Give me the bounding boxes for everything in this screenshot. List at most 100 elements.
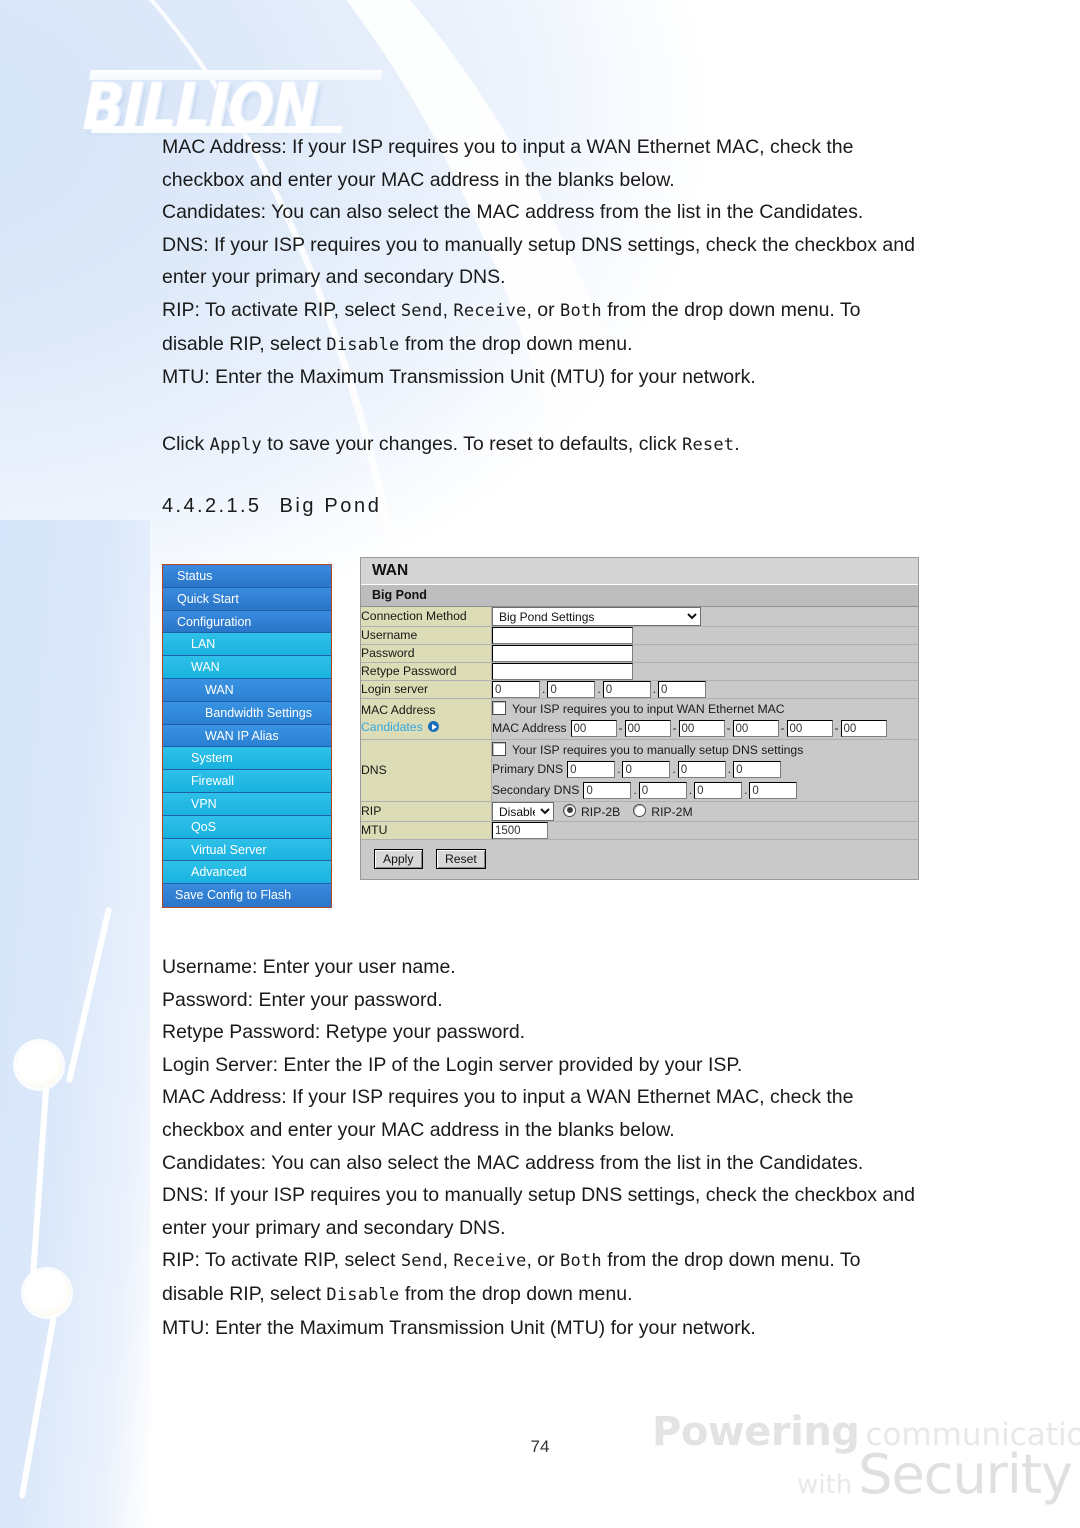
primary-dns-octet-1[interactable]	[567, 761, 616, 778]
mac-octet-4[interactable]	[732, 720, 779, 737]
label-rip: RIP	[361, 801, 492, 822]
sidebar-item-virtual-server[interactable]: Virtual Server	[163, 838, 331, 862]
rip-desc-text-1: RIP: To activate RIP, select	[162, 1249, 401, 1272]
label-mtu: MTU	[361, 821, 492, 840]
login-server-octet-1[interactable]	[492, 681, 540, 698]
row-retype-password: Retype Password	[361, 662, 918, 681]
router-sidebar: Status Quick Start Configuration LAN WAN…	[162, 564, 332, 908]
mac-checkbox-label: Your ISP requires you to input WAN Ether…	[512, 702, 785, 716]
apply-keyword: Apply	[209, 434, 262, 455]
background-node-upper	[16, 1042, 62, 1088]
apply-text-3: .	[734, 432, 740, 455]
tagline-line-2: with Security	[652, 1447, 1073, 1502]
rip-desc-option-receive: Receive	[453, 1251, 527, 1272]
sidebar-item-save-config-to-flash[interactable]: Save Config to Flash	[163, 884, 331, 907]
mac-dash-4: -	[780, 720, 785, 735]
sidebar-item-configuration[interactable]: Configuration	[163, 610, 331, 634]
paragraph-dns-desc: DNS: If your ISP requires you to manuall…	[162, 1184, 915, 1239]
login-server-octet-3[interactable]	[602, 681, 651, 698]
secondary-dns-dot-1: .	[633, 782, 637, 797]
rip-option-send: Send	[400, 300, 443, 321]
row-mac-address: MAC Address Candidates Your ISP requires…	[361, 698, 918, 740]
secondary-dns-octet-1[interactable]	[583, 782, 632, 799]
sidebar-item-qos[interactable]: QoS	[163, 815, 331, 839]
rip-text-1: RIP: To activate RIP, select	[162, 298, 401, 321]
rip-option-disable: Disable	[326, 334, 400, 355]
candidates-link[interactable]: Candidates	[361, 719, 491, 736]
connection-method-select[interactable]: Big Pond Settings	[492, 607, 701, 626]
sidebar-item-bandwidth-settings[interactable]: Bandwidth Settings	[163, 701, 331, 725]
rip-2m-radio[interactable]	[633, 803, 647, 817]
paragraph-rip: RIP: To activate RIP, select Send, Recei…	[162, 294, 922, 361]
sidebar-item-status[interactable]: Status	[163, 565, 331, 588]
mac-octet-6[interactable]	[840, 720, 887, 737]
sidebar-item-firewall[interactable]: Firewall	[163, 770, 331, 793]
rip-mode-select[interactable]: Disable	[492, 802, 554, 821]
dns-checkbox-row: Your ISP requires you to manually setup …	[492, 740, 918, 759]
dns-settings-checkbox[interactable]	[492, 742, 506, 756]
sidebar-item-wan-ip-alias[interactable]: WAN IP Alias	[163, 724, 331, 748]
mac-octet-3[interactable]	[678, 720, 725, 737]
username-input[interactable]	[492, 627, 633, 644]
secondary-dns-octet-3[interactable]	[694, 782, 743, 799]
mac-address-checkbox[interactable]	[492, 701, 506, 715]
paragraph-mtu-desc: MTU: Enter the Maximum Transmission Unit…	[162, 1316, 756, 1339]
rip-2b-radio[interactable]	[563, 803, 576, 817]
label-mac-address: MAC Address	[361, 703, 436, 717]
secondary-dns-dot-3: .	[744, 782, 748, 797]
password-input[interactable]	[492, 645, 633, 662]
mac-octet-2[interactable]	[624, 720, 671, 737]
dns-checkbox-label: Your ISP requires you to manually setup …	[512, 743, 804, 757]
row-login-server: Login server ...	[361, 680, 918, 699]
primary-dns-row: Primary DNS...	[492, 759, 918, 780]
mtu-input[interactable]	[492, 822, 548, 839]
row-rip: RIP Disable RIP-2B RIP-2M	[361, 801, 918, 822]
primary-dns-octet-3[interactable]	[677, 761, 726, 778]
secondary-dns-label: Secondary DNS	[492, 782, 580, 797]
sidebar-item-quick-start[interactable]: Quick Start	[163, 587, 331, 611]
login-server-octet-4[interactable]	[658, 681, 707, 698]
router-ui-screenshot: Status Quick Start Configuration LAN WAN…	[162, 557, 919, 913]
login-server-dot-3: .	[652, 681, 657, 696]
primary-dns-dot-3: .	[727, 761, 732, 776]
paragraph-candidates: Candidates: You can also select the MAC …	[162, 201, 864, 224]
primary-dns-octet-4[interactable]	[733, 761, 782, 778]
row-username: Username	[361, 626, 918, 645]
apply-button[interactable]: Apply	[374, 849, 423, 869]
sidebar-item-advanced[interactable]: Advanced	[163, 861, 331, 885]
rip-text-5: from the drop down menu.	[399, 332, 633, 355]
reset-button[interactable]: Reset	[435, 849, 486, 869]
background-left-wedge	[0, 520, 150, 1528]
sidebar-item-vpn[interactable]: VPN	[163, 792, 331, 816]
rip-2m-label: RIP-2M	[651, 804, 693, 819]
sidebar-item-wan[interactable]: WAN	[163, 656, 331, 679]
rip-desc-text-2: ,	[442, 1249, 454, 1272]
secondary-dns-octet-2[interactable]	[638, 782, 687, 799]
mac-octet-5[interactable]	[786, 720, 833, 737]
rip-option-both: Both	[560, 300, 602, 321]
sidebar-item-lan[interactable]: LAN	[163, 633, 331, 657]
rip-desc-option-disable: Disable	[326, 1284, 400, 1305]
row-mtu: MTU	[361, 821, 918, 840]
row-password: Password	[361, 644, 918, 663]
rip-text-2: ,	[442, 298, 454, 321]
login-server-octet-2[interactable]	[547, 681, 596, 698]
sidebar-item-system[interactable]: System	[163, 747, 331, 771]
primary-dns-octet-2[interactable]	[622, 761, 671, 778]
label-dns: DNS	[361, 739, 492, 802]
secondary-dns-octet-4[interactable]	[749, 782, 798, 799]
reset-keyword: Reset	[682, 434, 735, 455]
secondary-dns-dot-2: .	[688, 782, 693, 797]
paragraph-spacer-2	[162, 461, 922, 495]
router-panel: WAN Big Pond Connection Method Big Pond …	[360, 557, 919, 880]
mac-octet-1[interactable]	[570, 720, 617, 737]
paragraph-mac-address-desc: MAC Address: If your ISP requires you to…	[162, 1086, 854, 1141]
paragraph-spacer-1	[162, 394, 922, 428]
rip-desc-option-send: Send	[400, 1251, 443, 1272]
mac-fields-row: MAC Address - - - - -	[492, 718, 918, 739]
sidebar-item-wan-sub[interactable]: WAN	[163, 678, 331, 702]
rip-option-receive: Receive	[453, 300, 527, 321]
label-connection-method: Connection Method	[361, 607, 492, 627]
retype-password-input[interactable]	[492, 663, 633, 680]
paragraph-dns: DNS: If your ISP requires you to manuall…	[162, 233, 915, 289]
